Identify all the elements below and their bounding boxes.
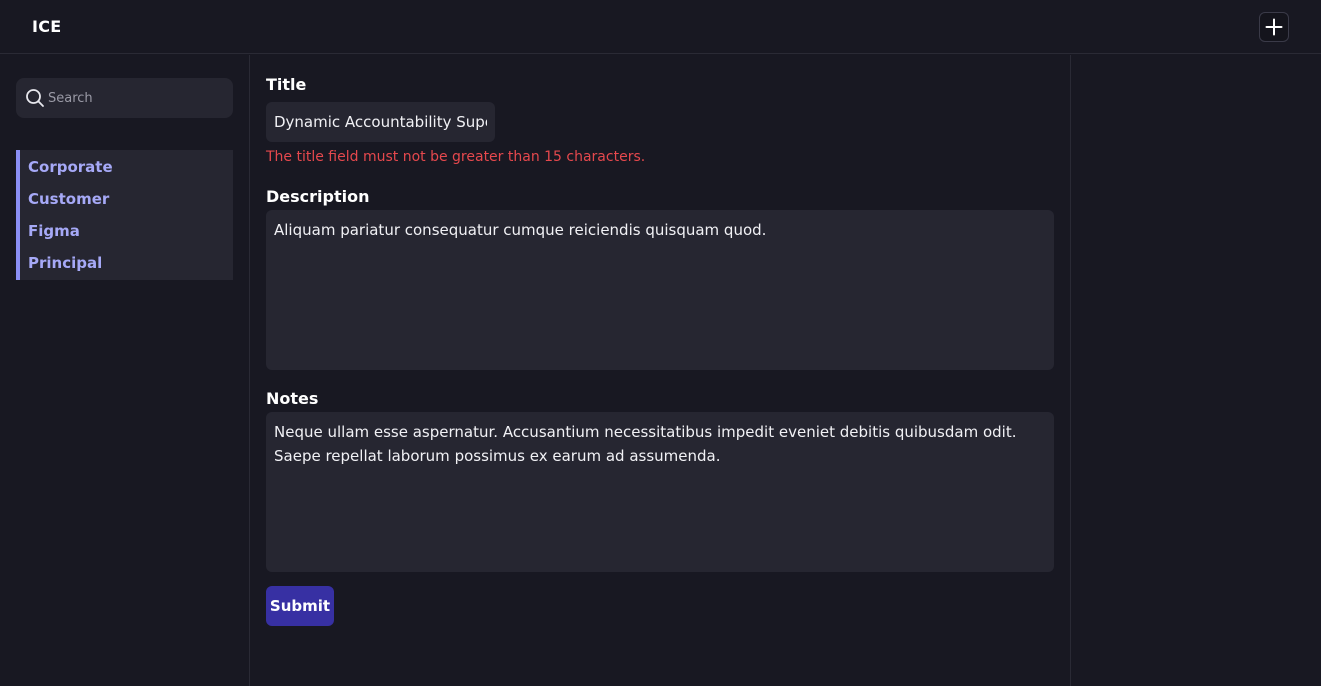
right-panel [1071,55,1321,686]
submit-button[interactable]: Submit [266,586,334,626]
top-bar: ICE [0,0,1321,54]
description-field[interactable]: Aliquam pariatur consequatur cumque reic… [266,210,1054,370]
title-label: Title [266,75,307,94]
title-field[interactable] [266,102,495,142]
sidebar-nav: Corporate Customer Figma Principal [16,150,233,280]
plus-icon [1265,18,1283,36]
title-error-message: The title field must not be greater than… [266,149,646,165]
notes-field[interactable]: Neque ullam esse aspernatur. Accusantium… [266,412,1054,572]
search-box [16,78,233,118]
sidebar-item-corporate[interactable]: Corporate [20,151,233,183]
search-icon [25,88,45,108]
search-input[interactable] [48,86,224,110]
main-form: Title The title field must not be greate… [250,55,1071,686]
add-button[interactable] [1259,12,1289,42]
sidebar: Corporate Customer Figma Principal [0,55,250,686]
app-title: ICE [32,17,62,36]
description-label: Description [266,187,370,206]
sidebar-item-principal[interactable]: Principal [20,247,233,279]
sidebar-item-customer[interactable]: Customer [20,183,233,215]
sidebar-item-figma[interactable]: Figma [20,215,233,247]
notes-label: Notes [266,389,319,408]
